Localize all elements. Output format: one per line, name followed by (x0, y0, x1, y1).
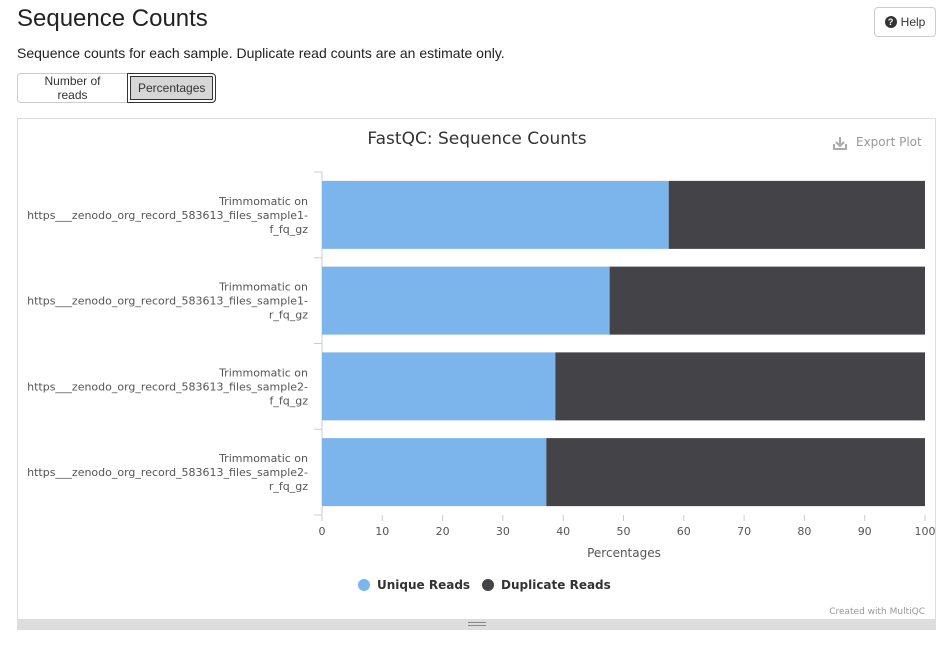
export-plot-button[interactable]: Export Plot (833, 135, 922, 150)
category-label: Trimmomatic on https___zenodo_org_record_… (27, 195, 308, 236)
category-label-line: Trimmomatic on (218, 452, 308, 465)
x-tick-label: 10 (375, 525, 389, 538)
legend-marker (482, 579, 494, 591)
category-label-line: Trimmomatic on (218, 281, 308, 294)
bar-unique-reads-2[interactable] (322, 266, 610, 335)
category-label-line: f_fq_gz (270, 394, 309, 407)
percentages-button[interactable]: Percentages (127, 73, 216, 103)
bar-duplicate-reads-1[interactable] (668, 180, 925, 249)
legend-label: Duplicate Reads (501, 578, 611, 592)
x-tick-label: 30 (496, 525, 510, 538)
category-label: Trimmomatic on https___zenodo_org_record_… (27, 281, 308, 322)
help-button-label: Help (900, 15, 926, 29)
grip-icon (467, 622, 486, 626)
x-tick-label: 20 (436, 525, 450, 538)
bar-duplicate-reads-2[interactable] (609, 266, 925, 335)
plot-container: FastQC: Sequence Counts Export Plot Trim… (17, 118, 936, 630)
category-label-line: https___zenodo_org_record_583613_files_s… (27, 295, 308, 308)
view-toggle-group: Number of reads Percentages (17, 73, 216, 103)
x-tick-label: 100 (915, 525, 936, 538)
category-label-line: https___zenodo_org_record_583613_files_s… (27, 466, 308, 479)
category-label-line: https___zenodo_org_record_583613_files_s… (27, 209, 308, 222)
sequence-counts-chart: FastQC: Sequence Counts Export Plot Trim… (27, 129, 936, 617)
x-tick-label: 90 (858, 525, 872, 538)
category-label: Trimmomatic on https___zenodo_org_record_… (27, 452, 308, 493)
multiqc-credit[interactable]: Created with MultiQC (829, 607, 925, 617)
bar-unique-reads-3[interactable] (322, 352, 556, 421)
page-title: Sequence Counts (17, 5, 208, 32)
legend: Unique Reads Duplicate Reads (358, 578, 611, 592)
legend-label: Unique Reads (377, 578, 470, 592)
bar-unique-reads-1[interactable] (322, 180, 669, 249)
category-label-line: r_fq_gz (269, 309, 308, 322)
legend-item-unique-reads[interactable]: Unique Reads (358, 578, 470, 592)
category-label-line: Trimmomatic on (218, 195, 308, 208)
help-icon: ? (884, 16, 897, 28)
help-button[interactable]: ? Help (874, 7, 936, 37)
x-tick-label: 80 (797, 525, 811, 538)
plot-area: Trimmomatic on https___zenodo_org_record_… (27, 171, 936, 538)
export-plot-label: Export Plot (856, 135, 922, 149)
category-label-line: f_fq_gz (270, 223, 309, 236)
x-tick-label: 60 (677, 525, 691, 538)
category-label-line: r_fq_gz (269, 480, 308, 493)
x-tick-label: 0 (319, 525, 326, 538)
legend-item-duplicate-reads[interactable]: Duplicate Reads (482, 578, 611, 592)
x-tick-label: 40 (556, 525, 570, 538)
legend-marker (358, 579, 370, 591)
download-icon (833, 137, 847, 150)
plot-resize-handle[interactable] (18, 619, 935, 629)
category-label-line: https___zenodo_org_record_583613_files_s… (27, 380, 308, 393)
section-description: Sequence counts for each sample. Duplica… (17, 45, 505, 61)
x-axis-title: Percentages (587, 546, 661, 560)
chart-title: FastQC: Sequence Counts (367, 129, 586, 149)
x-tick-label: 70 (737, 525, 751, 538)
x-tick-label: 50 (617, 525, 631, 538)
number-of-reads-button[interactable]: Number of reads (17, 73, 128, 103)
bar-duplicate-reads-3[interactable] (555, 352, 925, 421)
bar-duplicate-reads-4[interactable] (546, 438, 925, 507)
bar-unique-reads-4[interactable] (322, 438, 547, 507)
category-label: Trimmomatic on https___zenodo_org_record_… (27, 366, 308, 407)
category-label-line: Trimmomatic on (218, 366, 308, 379)
